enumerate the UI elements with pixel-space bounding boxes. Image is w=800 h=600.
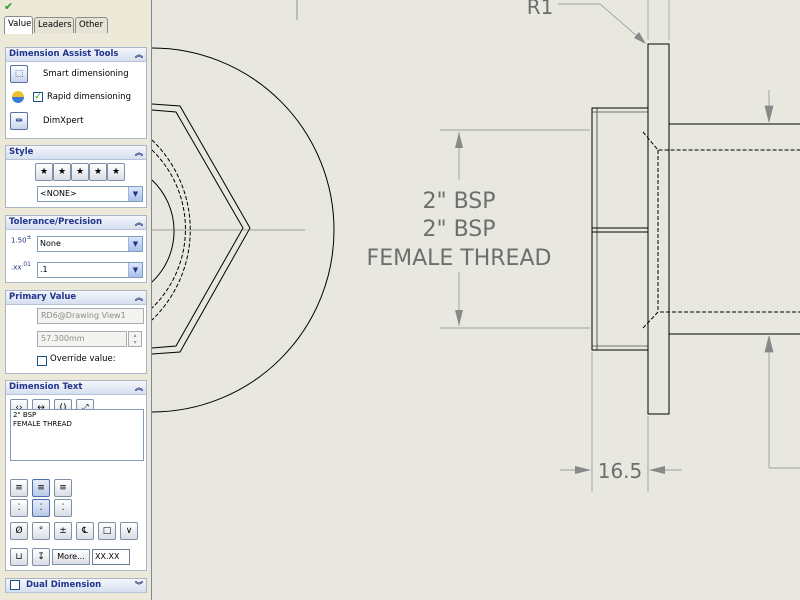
group-style: Style ︽ ★ ★ ★ ★ ★ <NONE> ▼ (5, 145, 147, 208)
ok-checkmark-icon[interactable]: ✔ (4, 0, 13, 13)
group-header[interactable]: Style ︽ (6, 146, 146, 160)
countersink-symbol-icon[interactable]: ∨ (120, 522, 138, 540)
group-title: Primary Value (9, 292, 77, 302)
style-select-value: <NONE> (40, 189, 77, 198)
group-title: Dimension Assist Tools (9, 49, 119, 59)
collapse-icon[interactable]: ︽ (135, 146, 143, 159)
callout-line-3: FEMALE THREAD (367, 246, 552, 271)
callout-line-1: 2" BSP (422, 189, 495, 214)
style-select[interactable]: <NONE> ▼ (37, 186, 143, 202)
tolerance-type-select[interactable]: None ▼ (37, 236, 143, 252)
group-title: Dual Dimension (26, 580, 102, 590)
smart-dimensioning-row[interactable]: ⬚ Smart dimensioning (10, 65, 144, 83)
depth-symbol-icon[interactable]: ↧ (32, 548, 50, 566)
dimxpert-icon[interactable]: ⇹ (10, 112, 28, 130)
group-title: Tolerance/Precision (9, 217, 103, 227)
square-symbol-icon[interactable]: □ (98, 522, 116, 540)
group-header[interactable]: Dual Dimension ︾ (6, 579, 146, 593)
load-style-icon[interactable]: ★ (107, 163, 125, 181)
tab-leaders[interactable]: Leaders (34, 17, 74, 33)
collapse-icon[interactable]: ︽ (135, 381, 143, 394)
align-center-icon[interactable]: ≡ (32, 479, 50, 497)
dim-text-line-1: 2" BSP (13, 411, 37, 419)
group-dimension-assist-tools: Dimension Assist Tools ︽ ⬚ Smart dimensi… (5, 47, 147, 139)
group-title: Style (9, 147, 34, 157)
degree-symbol-icon[interactable]: ° (32, 522, 50, 540)
rapid-dimensioning-row[interactable]: ✓ Rapid dimensioning (10, 88, 144, 106)
chevron-down-icon[interactable]: ▼ (128, 263, 142, 277)
tab-other[interactable]: Other (75, 17, 108, 33)
more-symbols-button[interactable]: More... (52, 549, 90, 565)
override-value-checkbox[interactable] (37, 356, 47, 366)
smart-dimensioning-label: Smart dimensioning (43, 69, 129, 79)
apply-default-style-icon[interactable]: ★ (35, 163, 53, 181)
save-style-icon[interactable]: ★ (89, 163, 107, 181)
dual-dimension-checkbox[interactable] (10, 580, 20, 590)
precision-value: .1 (40, 265, 48, 274)
align-right-icon[interactable]: ≡ (54, 479, 72, 497)
group-header[interactable]: Primary Value ︽ (6, 291, 146, 305)
dimxpert-row[interactable]: ⇹ DimXpert (10, 112, 144, 130)
precision-icon: .xx.01 (11, 262, 31, 272)
align-left-icon[interactable]: ≡ (10, 479, 28, 497)
group-header[interactable]: Dimension Text ︽ (6, 381, 146, 395)
add-style-icon[interactable]: ★ (53, 163, 71, 181)
dimension-value-field[interactable]: 57.300mm (37, 331, 127, 347)
chevron-down-icon[interactable]: ▼ (128, 187, 142, 201)
justify-left-icon[interactable]: ⁚ (10, 499, 28, 517)
property-manager-panel: ✔ Value Leaders Other Dimension Assist T… (0, 0, 152, 600)
dimxpert-label: DimXpert (43, 116, 84, 126)
dim-text-line-2: FEMALE THREAD (13, 420, 72, 428)
rapid-dimension-icon (12, 91, 24, 103)
group-title: Dimension Text (9, 382, 83, 392)
delete-style-icon[interactable]: ★ (71, 163, 89, 181)
override-value-label: Override value: (50, 354, 116, 364)
group-primary-value: Primary Value ︽ RD6@Drawing View1 57.300… (5, 290, 147, 374)
tolerance-type-value: None (40, 239, 61, 248)
justify-center-icon[interactable]: ⁚ (32, 499, 50, 517)
radius-label: R1 (527, 0, 554, 19)
centerline-symbol-icon[interactable]: ℄ (76, 522, 94, 540)
dim-width-value: 16.5 (598, 459, 643, 483)
rapid-dimensioning-label: Rapid dimensioning (47, 92, 131, 102)
group-header[interactable]: Dimension Assist Tools ︽ (6, 48, 146, 62)
value-spinner-icon[interactable]: ▴ ▾ (128, 331, 142, 347)
chevron-down-icon[interactable]: ▼ (128, 237, 142, 251)
smart-dimension-icon[interactable]: ⬚ (10, 65, 28, 83)
collapse-icon[interactable]: ︽ (135, 291, 143, 304)
tolerance-type-icon: 1.50± (11, 235, 32, 245)
group-header[interactable]: Tolerance/Precision ︽ (6, 216, 146, 230)
diameter-symbol-icon[interactable]: Ø (10, 522, 28, 540)
group-dimension-text: Dimension Text ︽ ‹› ↔ () ⤢ 2" BSP FEMALE… (5, 380, 147, 571)
dimension-text-area[interactable]: 2" BSP FEMALE THREAD (10, 409, 144, 461)
group-tolerance-precision: Tolerance/Precision ︽ 1.50± None ▼ .xx.0… (5, 215, 147, 283)
justify-right-icon[interactable]: ⁚ (54, 499, 72, 517)
counterbore-symbol-icon[interactable]: ⊔ (10, 548, 28, 566)
collapse-icon[interactable]: ︽ (135, 48, 143, 61)
expand-icon[interactable]: ︾ (135, 579, 143, 592)
callout-line-2: 2" BSP (422, 217, 495, 242)
dimension-name-field[interactable]: RD6@Drawing View1 (37, 308, 144, 324)
plus-minus-symbol-icon[interactable]: ± (54, 522, 72, 540)
tab-value[interactable]: Value (4, 16, 33, 34)
collapse-icon[interactable]: ︽ (135, 216, 143, 229)
group-dual-dimension: Dual Dimension ︾ (5, 578, 147, 593)
precision-select[interactable]: .1 ▼ (37, 262, 143, 278)
rapid-dimensioning-checkbox[interactable]: ✓ (33, 92, 43, 102)
precision-format-field[interactable]: XX.XX (92, 549, 130, 565)
